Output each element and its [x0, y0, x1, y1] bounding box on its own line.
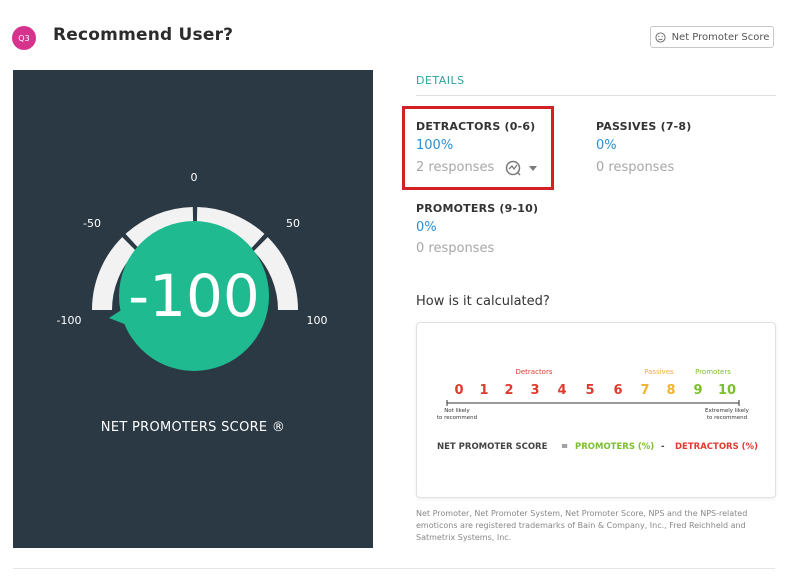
details-divider: [416, 95, 776, 96]
nps-formula-card: Detractors Passives Promoters 0 1 2 3 4 …: [416, 322, 776, 498]
nps-scale-diagram: Detractors Passives Promoters 0 1 2 3 4 …: [437, 368, 758, 452]
passives-title: PASSIVES (7-8): [596, 120, 692, 133]
scale-number: 0: [454, 383, 463, 398]
scale-number: 6: [613, 383, 622, 398]
scale-number: 1: [479, 383, 488, 398]
passives-percent: 0%: [596, 138, 617, 153]
formula-lhs: NET PROMOTER SCORE: [437, 442, 548, 452]
scale-number: 9: [693, 383, 702, 398]
formula-equals: =: [561, 442, 568, 452]
gauge-tick-label: 0: [191, 171, 198, 184]
scale-label-detractors: Detractors: [515, 368, 552, 376]
calculation-heading: How is it calculated?: [416, 294, 550, 309]
formula-detractors: DETRACTORS (%): [675, 442, 758, 452]
gauge-score-value: -100: [128, 262, 260, 330]
scale-number: 10: [718, 383, 736, 398]
trademark-notice: Net Promoter, Net Promoter System, Net P…: [416, 509, 748, 542]
details-heading: DETAILS: [416, 74, 465, 87]
scale-number: 4: [557, 383, 566, 398]
gauge-tick-label: -100: [57, 314, 82, 327]
scale-number: 5: [585, 383, 594, 398]
extremely-likely-label: to recommend: [707, 415, 747, 421]
promoters-responses: 0 responses: [416, 241, 495, 256]
scale-number: 2: [504, 383, 513, 398]
question-number-badge: Q3: [12, 26, 36, 50]
question-title: Recommend User?: [53, 25, 234, 45]
not-likely-label: Not likely: [444, 408, 470, 414]
gauge-caption: NET PROMOTERS SCORE ®: [100, 420, 286, 435]
scale-label-passives: Passives: [644, 368, 674, 376]
promoters-title: PROMOTERS (9-10): [416, 202, 539, 215]
scale-number: 3: [530, 383, 539, 398]
gauge-tick-label: 50: [286, 217, 300, 230]
nps-gauge: -100 -100 -50 0 50 100: [57, 171, 328, 371]
promoters-percent: 0%: [416, 220, 437, 235]
scale-number: 7: [640, 383, 649, 398]
detractors-highlight-box: [402, 106, 554, 190]
scale-label-promoters: Promoters: [695, 368, 731, 376]
not-likely-label: to recommend: [437, 415, 477, 421]
nps-gauge-panel: -100 -100 -50 0 50 100 NET PROMOTERS SCO…: [13, 70, 373, 548]
net-promoter-score-button[interactable]: Net Promoter Score: [650, 26, 774, 48]
gauge-tick-label: -50: [83, 217, 101, 230]
formula-minus: -: [661, 442, 665, 452]
gauge-tick-label: 100: [307, 314, 328, 327]
bottom-divider: [13, 568, 775, 569]
smiley-icon: [655, 31, 666, 43]
passives-responses: 0 responses: [596, 160, 675, 175]
extremely-likely-label: Extremely likely: [705, 408, 750, 414]
scale-number: 8: [666, 383, 675, 398]
net-promoter-score-button-label: Net Promoter Score: [671, 31, 770, 43]
formula-promoters: PROMOTERS (%): [575, 442, 654, 452]
